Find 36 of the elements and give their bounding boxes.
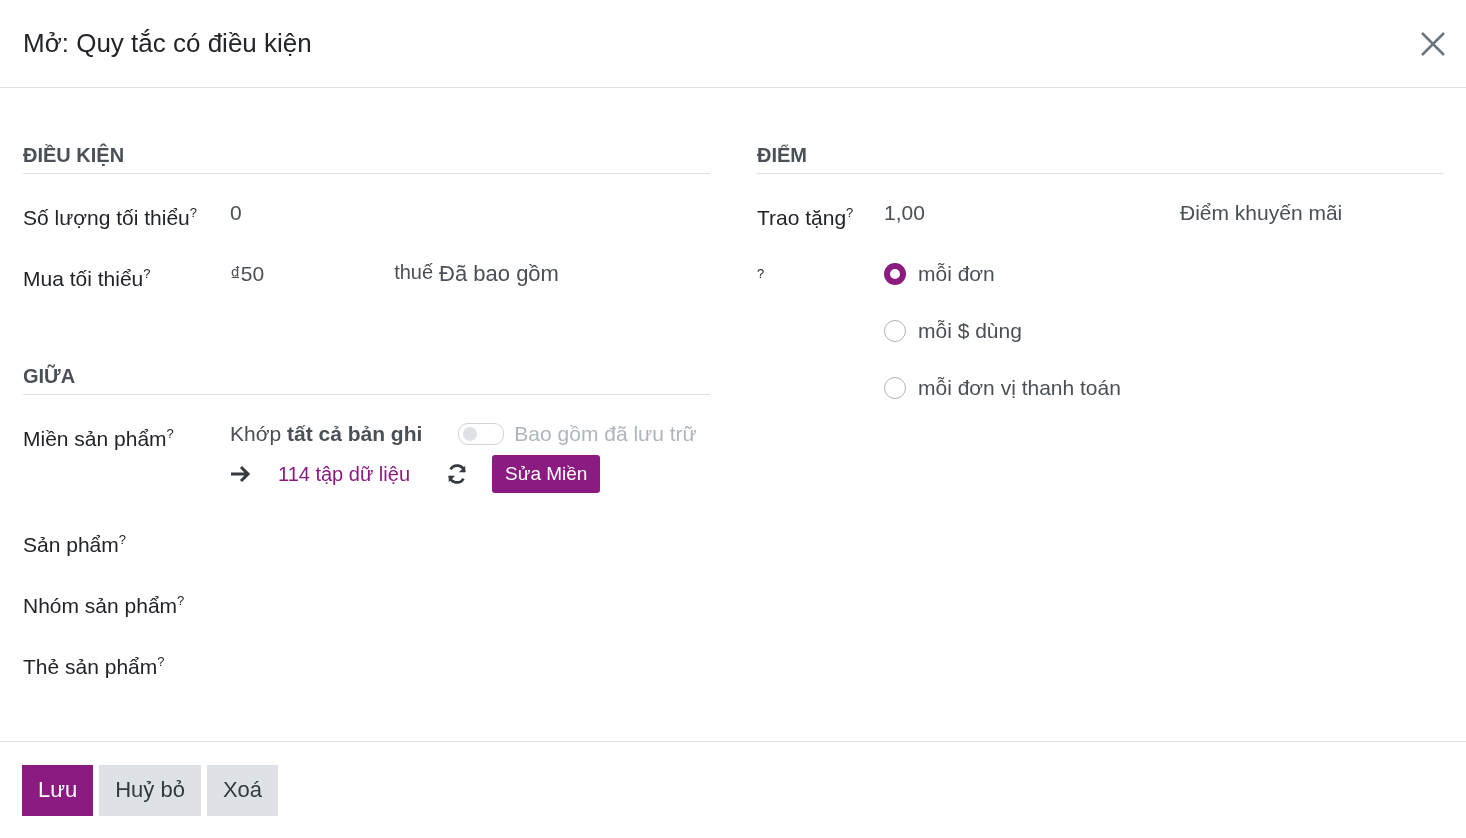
section-heading: ĐIỀU KIỆN bbox=[23, 144, 710, 174]
radio-button[interactable] bbox=[884, 376, 906, 399]
domain-summary: Khớp tất cả bản ghi bbox=[230, 421, 423, 447]
archived-toggle[interactable] bbox=[458, 423, 505, 445]
edit-domain-button[interactable]: Sửa Miền bbox=[492, 455, 601, 493]
unit-value[interactable]: Điểm khuyến mãi bbox=[1180, 198, 1443, 228]
footer-button[interactable]: Xoá bbox=[206, 764, 279, 816]
close-button[interactable] bbox=[1420, 30, 1446, 57]
field-label: Miền sản phẩm$^{?}$ bbox=[23, 425, 175, 452]
field-value[interactable]: 1,00 bbox=[884, 198, 1180, 228]
tax-label: thuế bbox=[394, 260, 434, 285]
help-mark: ? bbox=[757, 265, 766, 283]
dialog-title: Mở: Quy tắc có điều kiện bbox=[23, 28, 312, 59]
tax-value[interactable]: Đã bao gồm bbox=[439, 259, 559, 289]
field-label: Mua tối thiểu$^{?}$ bbox=[23, 265, 152, 292]
radio-label: mỗi đơn bbox=[918, 260, 995, 287]
radio-button[interactable] bbox=[884, 262, 906, 285]
close-icon bbox=[1420, 30, 1446, 57]
field-label: Sản phẩm$^{?}$ bbox=[23, 531, 127, 558]
radio-label: mỗi đơn vị thanh toán bbox=[918, 374, 1121, 401]
section-heading: ĐIỂM bbox=[757, 144, 1443, 174]
field-label: Nhóm sản phẩm$^{?}$ bbox=[23, 592, 186, 619]
arrow-right-icon bbox=[230, 465, 252, 483]
field-label: Thẻ sản phẩm$^{?}$ bbox=[23, 653, 166, 680]
refresh-icon[interactable] bbox=[446, 463, 468, 485]
footer-button[interactable]: Lưu bbox=[22, 764, 94, 816]
radio-button[interactable] bbox=[884, 319, 906, 342]
field-label: Trao tặng$^{?}$ bbox=[757, 204, 855, 231]
field-value[interactable]: ₫50 bbox=[230, 259, 265, 289]
records-link[interactable]: 114 tập dữ liệu bbox=[278, 462, 410, 486]
radio-label: mỗi $ dùng bbox=[918, 317, 1022, 344]
field-value[interactable]: 0 bbox=[230, 198, 710, 228]
toggle-label: Bao gồm đã lưu trữ bbox=[514, 422, 697, 446]
field-label: Số lượng tối thiểu$^{?}$ bbox=[23, 204, 198, 231]
footer-button[interactable]: Huỷ bỏ bbox=[99, 764, 201, 816]
section-heading: GIỮA bbox=[23, 365, 710, 395]
